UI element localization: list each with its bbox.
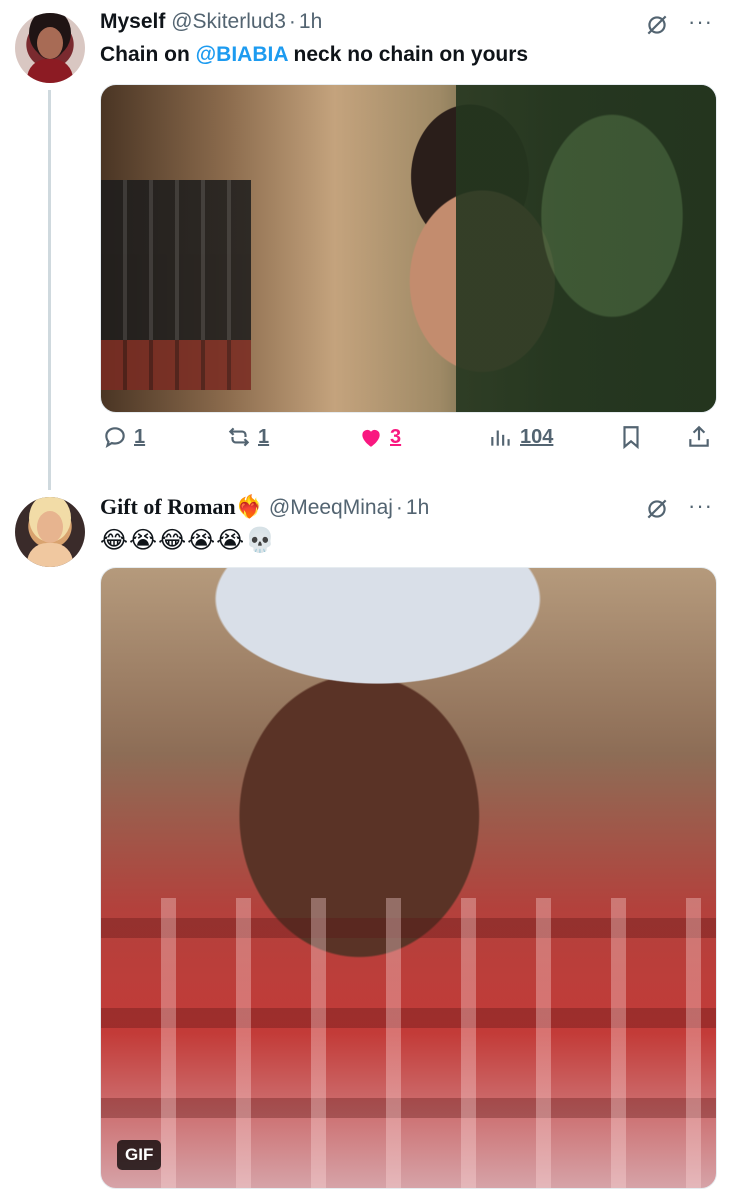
views-icon	[491, 430, 510, 446]
avatar-body	[27, 59, 73, 83]
bookmark-button[interactable]	[618, 424, 644, 450]
grok-icon[interactable]	[644, 496, 670, 528]
media-detail-bottles	[101, 180, 251, 390]
share-icon	[689, 425, 709, 447]
views-button[interactable]: 104	[488, 424, 553, 450]
reply-count: 1	[134, 425, 146, 448]
avatar-face	[37, 27, 63, 59]
tweet-header: Myself @Skiterlud3 · 1h	[100, 10, 322, 34]
tweet-emoji-text: 😂😭😂😭😭💀	[100, 527, 277, 554]
media-detail-plaid	[101, 898, 716, 1188]
timestamp[interactable]: 1h	[299, 10, 322, 33]
gif-badge: GIF	[117, 1140, 162, 1170]
retweet-icon	[228, 427, 250, 447]
bookmark-icon	[623, 426, 639, 450]
reply-button[interactable]: 1	[102, 424, 145, 450]
views-count: 104	[520, 425, 554, 448]
avatar[interactable]	[15, 497, 85, 567]
more-icon[interactable]: ···	[688, 9, 713, 35]
mention-link[interactable]: @BIABIA	[196, 43, 288, 66]
reply-icon	[105, 427, 125, 448]
heart-icon	[362, 429, 380, 447]
avatar[interactable]	[15, 13, 85, 83]
display-name[interactable]: Gift of Roman❤️‍🔥	[100, 494, 263, 519]
separator-dot: ·	[395, 496, 403, 519]
retweet-count: 1	[258, 425, 270, 448]
tweet-header: Gift of Roman❤️‍🔥 @MeeqMinaj · 1h	[100, 494, 429, 520]
timestamp[interactable]: 1h	[406, 496, 429, 519]
tweet-media-image[interactable]	[100, 84, 717, 413]
tweet-media-gif[interactable]: GIF	[100, 567, 717, 1189]
grok-icon[interactable]	[644, 12, 670, 44]
user-handle[interactable]: @MeeqMinaj	[269, 496, 393, 519]
tweet-text: Chain on @BIABIA neck no chain on yours	[100, 43, 528, 67]
tweet-actions-bar: 1 1 3 104	[100, 424, 715, 458]
like-button[interactable]: 3	[358, 424, 401, 450]
thread-connector-line	[48, 90, 51, 490]
media-detail-plant	[456, 85, 716, 412]
avatar-face	[37, 511, 63, 543]
more-icon[interactable]: ···	[688, 493, 713, 519]
share-button[interactable]	[686, 424, 712, 450]
avatar-body	[27, 543, 73, 567]
like-count: 3	[390, 425, 402, 448]
display-name[interactable]: Myself	[100, 10, 165, 33]
separator-dot: ·	[288, 10, 296, 33]
retweet-button[interactable]: 1	[226, 424, 269, 450]
tweet-text-part: Chain on	[100, 43, 196, 66]
tweet-text-part: neck no chain on yours	[287, 43, 529, 66]
user-handle[interactable]: @Skiterlud3	[171, 10, 286, 33]
